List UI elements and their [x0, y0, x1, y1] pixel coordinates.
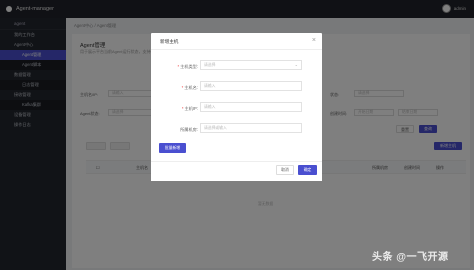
batch-add-button[interactable]: 批量新增: [159, 143, 186, 153]
modal-title: 新增主机: [160, 39, 179, 44]
chevron-down-icon: ⌄: [294, 62, 298, 67]
host-ip-input[interactable]: 请输入: [200, 102, 302, 112]
field-label-host-type: *主机类型:: [177, 64, 198, 69]
close-icon[interactable]: ×: [312, 37, 316, 44]
room-input[interactable]: 请选择或输入: [200, 123, 302, 133]
modal-footer: [151, 161, 322, 181]
confirm-button[interactable]: 确定: [298, 165, 317, 175]
host-name-input[interactable]: 请输入: [200, 81, 302, 91]
host-type-select[interactable]: 请选择 ⌄: [200, 60, 302, 70]
modal-header: 新增主机 ×: [151, 33, 322, 50]
field-label-room: 所属机房:: [180, 127, 198, 132]
field-label-host-ip: *主机IP:: [181, 106, 198, 111]
watermark: 头条 @一飞开源: [372, 252, 449, 263]
cancel-button[interactable]: 取消: [276, 165, 294, 175]
field-label-host-name: *主机名:: [181, 85, 198, 90]
